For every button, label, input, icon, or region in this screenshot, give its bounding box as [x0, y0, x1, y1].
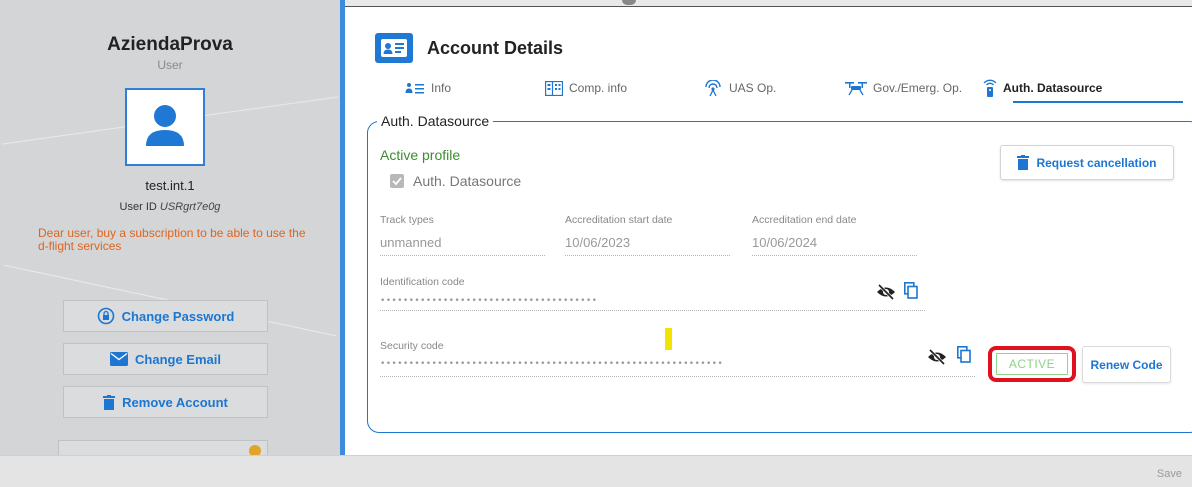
- identification-code-value: ••••••••••••••••••••••••••••••••••••••: [380, 296, 598, 306]
- top-indicator: [622, 0, 636, 5]
- identification-code-underline: [380, 310, 925, 311]
- tab-comp-info[interactable]: Comp. info: [545, 75, 627, 101]
- envelope-icon: [110, 352, 129, 366]
- checkmark-icon: [392, 177, 402, 186]
- avatar[interactable]: [125, 88, 205, 166]
- accreditation-start-label: Accreditation start date: [565, 214, 673, 226]
- renew-code-button[interactable]: Renew Code: [1082, 346, 1171, 383]
- remove-account-label: Remove Account: [122, 394, 228, 410]
- user-id: User ID USRgrt7e0g: [0, 201, 340, 213]
- auth-remote-icon: [983, 79, 997, 97]
- main-panel: Account Details Info Comp. info UAS Op. …: [345, 6, 1192, 456]
- security-code-label: Security code: [380, 340, 444, 352]
- trash-icon: [1017, 155, 1030, 170]
- track-types-underline: [380, 255, 545, 256]
- accreditation-end-label: Accreditation end date: [752, 214, 857, 226]
- accreditation-end-underline: [752, 255, 917, 256]
- tab-auth-datasource[interactable]: Auth. Datasource: [983, 75, 1102, 101]
- change-email-label: Change Email: [135, 351, 221, 367]
- tab-gov-emerg-op[interactable]: Gov./Emerg. Op.: [845, 75, 962, 101]
- identification-code-copy[interactable]: [904, 282, 918, 304]
- copy-icon: [957, 346, 971, 363]
- info-list-icon: [405, 83, 424, 94]
- status-highlight-box: ACTIVE: [988, 346, 1076, 382]
- subscription-button-partial[interactable]: [58, 440, 268, 455]
- active-profile-label: Active profile: [380, 147, 461, 163]
- accreditation-start-underline: [565, 255, 730, 256]
- request-cancellation-button[interactable]: Request cancellation: [1000, 145, 1174, 180]
- security-code-copy[interactable]: [957, 346, 971, 368]
- renew-code-label: Renew Code: [1090, 357, 1163, 372]
- tab-comp-info-label: Comp. info: [569, 81, 628, 95]
- highlight-marker: [665, 328, 672, 350]
- auth-datasource-checkbox[interactable]: [390, 174, 404, 188]
- tab-auth-datasource-label: Auth. Datasource: [1003, 81, 1103, 95]
- copy-icon: [904, 282, 918, 299]
- tab-info-label: Info: [431, 81, 452, 95]
- tab-gov-emerg-op-label: Gov./Emerg. Op.: [873, 81, 963, 95]
- identification-code-toggle-visibility[interactable]: [876, 283, 896, 305]
- account-card-icon: [375, 33, 413, 63]
- security-code-value: ••••••••••••••••••••••••••••••••••••••••…: [380, 359, 724, 369]
- page-title: Account Details: [427, 38, 564, 58]
- auth-datasource-checkbox-label: Auth. Datasource: [413, 173, 522, 189]
- security-code-toggle-visibility[interactable]: [927, 348, 947, 370]
- track-types-label: Track types: [380, 214, 434, 226]
- footer-bar: Save: [0, 455, 1192, 487]
- company-name: AziendaProva: [107, 34, 233, 55]
- tab-bar: Info Comp. info UAS Op. Gov./Emerg. Op. …: [375, 75, 1192, 103]
- lock-reset-icon: [97, 307, 114, 325]
- track-types-value: unmanned: [380, 235, 442, 250]
- eye-off-icon: [928, 348, 946, 366]
- tab-info[interactable]: Info: [405, 75, 451, 101]
- identification-code-label: Identification code: [380, 276, 465, 288]
- accreditation-end-value: 10/06/2024: [752, 235, 818, 250]
- eye-off-icon: [877, 283, 895, 301]
- username: test.int.1: [145, 178, 195, 193]
- drone-icon: [845, 82, 867, 96]
- security-code-underline: [380, 376, 975, 377]
- coin-icon: [249, 445, 261, 455]
- tab-uas-op[interactable]: UAS Op.: [703, 75, 776, 101]
- remove-account-button[interactable]: Remove Account: [63, 386, 268, 418]
- status-badge: ACTIVE: [996, 353, 1068, 375]
- tab-uas-op-label: UAS Op.: [729, 81, 777, 95]
- change-password-label: Change Password: [121, 308, 235, 324]
- sidebar: AziendaProva User test.int.1 User ID USR…: [0, 0, 340, 455]
- change-email-button[interactable]: Change Email: [63, 343, 268, 375]
- user-id-value: USRgrt7e0g: [159, 201, 221, 213]
- request-cancellation-label: Request cancellation: [1036, 155, 1157, 170]
- user-id-label: User ID: [119, 201, 157, 213]
- auth-datasource-section: Auth. Datasource Active profile Auth. Da…: [367, 113, 1192, 433]
- user-role: User: [157, 58, 183, 72]
- section-legend: Auth. Datasource: [377, 113, 494, 129]
- change-password-button[interactable]: Change Password: [63, 300, 268, 332]
- save-button[interactable]: Save: [1157, 468, 1182, 480]
- subscription-warning: Dear user, buy a subscription to be able…: [38, 226, 306, 253]
- accreditation-start-value: 10/06/2023: [565, 235, 631, 250]
- user-avatar-icon: [146, 105, 184, 146]
- antenna-icon: [705, 79, 721, 96]
- active-tab-indicator: [1013, 101, 1183, 103]
- trash-icon: [103, 394, 116, 410]
- building-icon: [545, 80, 563, 96]
